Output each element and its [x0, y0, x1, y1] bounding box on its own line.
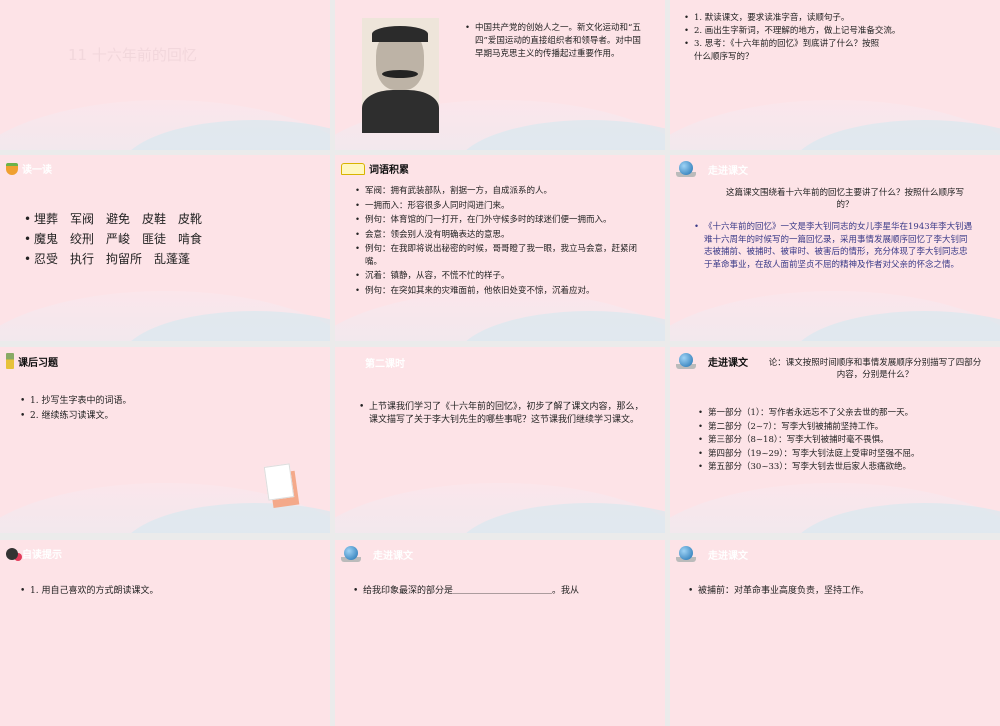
slide-heading: 走进课文 [708, 165, 748, 177]
portrait-image [362, 18, 439, 133]
slide-thumbnail-7[interactable]: 课后习题 1. 抄写生字表中的词语。 2. 继续练习读课文。 [0, 347, 330, 533]
slide-heading: 走进课文 [708, 550, 748, 562]
bullet-text: 上节课我们学习了《十六年前的回忆》，初步了解了课文内容，那么，课文描写了关于李大… [359, 401, 649, 427]
bullet-text: 沉着：镇静，从容，不慌不忙的样子。 [355, 270, 645, 283]
book-icon [341, 162, 365, 175]
slide-thumbnail-11[interactable]: 走进课文 给我印象最深的部分是＿＿＿＿＿＿＿＿＿＿＿。我从 [335, 540, 665, 726]
bullet-text: 例句：在我即将说出秘密的时候，哥哥瞪了我一眼，我立马会意，赶紧闭嘴。 [355, 243, 645, 268]
slide-heading: 走进课文 [708, 357, 748, 369]
bullet-text: 1. 用自己喜欢的方式朗读课文。 [20, 585, 158, 598]
slide-heading: 读一读 [22, 165, 52, 176]
slide-thumbnail-10[interactable]: 自读提示 1. 用自己喜欢的方式朗读课文。 [0, 540, 330, 726]
slide-thumbnail-6[interactable]: 走进课文 这篇课文围绕着十六年前的回忆主要讲了什么？按照什么顺序写的？ 《十六年… [670, 155, 1000, 341]
globe-book-icon [341, 546, 361, 562]
word-row: 忍受 执行 拘留所 乱蓬蓬 [24, 249, 202, 269]
slide-heading: 第二课时 [365, 359, 405, 370]
globe-book-icon [676, 161, 696, 177]
slide-thumbnail-9[interactable]: 走进课文 论：课文按照时间顺序和事情发展顺序分别描写了四部分内容，分别是什么？ … [670, 347, 1000, 533]
globe-book-icon [676, 546, 696, 562]
globe-book-icon [676, 353, 696, 369]
pencil-cup-icon [6, 353, 14, 369]
slide-thumbnail-3[interactable]: 1. 默读课文，要求读准字音，读顺句子。 2. 画出生字新词，不理解的地方，做上… [670, 0, 1000, 150]
bullet-text: 一拥而入：形容很多人同时闯进门来。 [355, 200, 645, 213]
bullet-text: 中国共产党的创始人之一。新文化运动和“五四”爱国运动的直接组织者和领导者。对中国… [465, 22, 645, 61]
bullet-text: 第一部分（1）：写作者永远忘不了父亲去世的那一天。 [698, 407, 998, 421]
slide-thumbnail-1[interactable]: 11 十六年前的回忆 [0, 0, 330, 150]
bullet-text: 第二部分（2~7）：写李大钊被捕前坚持工作。 [698, 421, 998, 435]
bullet-text: 第四部分（19~29）：写李大钊法庭上受审时坚强不屈。 [698, 448, 998, 462]
slide-thumbnail-8[interactable]: 第二课时 上节课我们学习了《十六年前的回忆》，初步了解了课文内容，那么，课文描写… [335, 347, 665, 533]
slide-thumbnail-5[interactable]: 词语积累 军阀：拥有武装部队，割据一方，自成派系的人。 一拥而入：形容很多人同时… [335, 155, 665, 341]
writing-paper-icon [263, 463, 295, 501]
bullet-text: 2. 画出生字新词，不理解的地方，做上记号准备交流。 [684, 25, 984, 38]
slide-heading: 课后习题 [18, 357, 58, 369]
word-row: 魔鬼 绞刑 严峻 匪徒 啃食 [24, 229, 202, 249]
bullet-text: 例句：在突如其来的灾难面前，他依旧处变不惊，沉着应对。 [355, 285, 645, 298]
bullet-text: 第三部分（8~18）：写李大钊被捕时毫不畏惧。 [698, 434, 998, 448]
word-row: 埋葬 军阀 避免 皮鞋 皮靴 [24, 209, 202, 229]
question-text: 这篇课文围绕着十六年前的回忆主要讲了什么？按照什么顺序写的？ [725, 188, 964, 210]
bullet-text: 《十六年前的回忆》一文是李大钊同志的女儿李星华在1943年李大钊遇难十六周年的时… [694, 221, 974, 271]
slide-heading: 走进课文 [373, 550, 413, 562]
bullet-text: 例句：体育馆的门一打开，在门外守候多时的球迷们便一拥而入。 [355, 214, 645, 227]
plant-pot-icon [6, 162, 18, 175]
slide-thumbnail-2[interactable]: 中国共产党的创始人之一。新文化运动和“五四”爱国运动的直接组织者和领导者。对中国… [335, 0, 665, 150]
bullet-text: 军阀：拥有武装部队，割据一方，自成派系的人。 [355, 185, 645, 198]
slide-thumbnail-4[interactable]: 读一读 埋葬 军阀 避免 皮鞋 皮靴 魔鬼 绞刑 严峻 匪徒 啃食 忍受 执行 … [0, 155, 330, 341]
slide-title: 11 十六年前的回忆 [68, 46, 197, 64]
bullet-text: 第五部分（30~33）：写李大钊去世后家人悲痛欲绝。 [698, 461, 998, 475]
bullet-text: 1. 默读课文，要求读准字音，读顺句子。 [684, 12, 984, 25]
bullet-text: 1. 抄写生字表中的词语。 [20, 395, 131, 408]
bullet-text: 给我印象最深的部分是＿＿＿＿＿＿＿＿＿＿＿。我从 [353, 585, 653, 598]
reading-girl-icon [6, 547, 18, 560]
bullet-text: 被捕前：对革命事业高度负责，坚持工作。 [688, 585, 988, 598]
slide-thumbnail-12[interactable]: 走进课文 被捕前：对革命事业高度负责，坚持工作。 [670, 540, 1000, 726]
question-text: 论：课文按照时间顺序和事情发展顺序分别描写了四部分内容，分别是什么？ [768, 358, 982, 380]
bullet-text: 会意：领会别人没有明确表达的意思。 [355, 229, 645, 242]
bullet-text: 3. 思考：《十六年前的回忆》到底讲了什么？按照什么顺序写的？ [684, 38, 884, 64]
slide-heading: 词语积累 [369, 165, 409, 176]
bullet-text: 2. 继续练习读课文。 [20, 410, 131, 423]
slide-heading: 自读提示 [22, 550, 62, 561]
